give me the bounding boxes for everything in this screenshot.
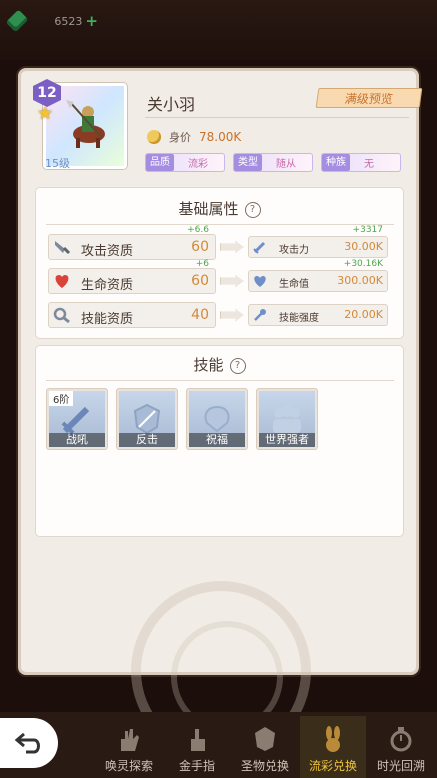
attribute-stat: 攻击力 +3317 30.00K	[248, 225, 388, 258]
tag-key: 种族	[322, 154, 350, 171]
skill-slot[interactable]: 6阶 战吼	[46, 388, 108, 450]
stat-value: 30.00K	[344, 240, 383, 253]
stat-label: 技能强度	[279, 313, 319, 324]
tag-value: 随从	[276, 159, 296, 170]
attribute-quality: 攻击资质 +6.6 60	[48, 225, 216, 260]
tag-value: 无	[364, 159, 374, 170]
hero-price: 身价 78.00K	[147, 129, 241, 145]
nav-relic-exchange[interactable]: 圣物兑换	[232, 716, 298, 778]
arrow-icon	[220, 275, 244, 287]
hero-level-text: 15级	[45, 157, 70, 170]
section-title: 基础属性?	[36, 198, 403, 219]
sword-quality-icon	[55, 241, 71, 255]
skill-name: 世界强者	[259, 433, 315, 447]
divider	[46, 380, 394, 381]
tag-quality: 品质 流彩	[145, 153, 225, 172]
arrow-icon	[220, 241, 244, 253]
gem-icon	[5, 9, 29, 33]
nav-golden-finger[interactable]: 金手指	[164, 716, 230, 778]
stat-delta: +3317	[352, 225, 383, 235]
skills-section: 技能? 6阶 战吼 反击 祝福 世界强者	[35, 345, 404, 537]
attribute-row-attack: 攻击资质 +6.6 60 攻击力 +3317 30.00K	[48, 225, 394, 260]
heart-icon	[254, 276, 266, 287]
attribute-stat: 技能强度 20.00K	[248, 304, 388, 326]
nav-rainbow-exchange[interactable]: 流彩兑换	[300, 716, 366, 778]
stat-value: 20.00K	[344, 308, 383, 321]
finger-icon	[191, 729, 205, 751]
nav-label: 流彩兑换	[308, 759, 357, 773]
attribute-quality: 生命资质 +6 60	[48, 259, 216, 294]
skill-slot[interactable]: 祝福	[186, 388, 248, 450]
rabbit-icon	[326, 726, 340, 752]
help-icon[interactable]: ?	[229, 358, 246, 374]
skill-slot[interactable]: 反击	[116, 388, 178, 450]
magic-icon	[254, 309, 266, 321]
nav-label: 唤灵探索	[104, 759, 153, 773]
base-attributes-section: 基础属性? 攻击资质 +6.6 60 攻击力 +3317 30.00K 生命资质	[35, 187, 404, 339]
arrow-icon	[220, 309, 244, 321]
gem-counter: 6523 +	[5, 9, 98, 33]
relic-icon	[255, 727, 275, 751]
tag-key: 类型	[234, 154, 262, 171]
tag-value: 流彩	[188, 159, 208, 170]
help-icon[interactable]: ?	[244, 202, 261, 218]
skill-name: 战吼	[49, 433, 105, 447]
attribute-value: 60	[191, 273, 209, 289]
attribute-label: 生命资质	[81, 278, 134, 293]
attribute-quality: 技能资质 40	[48, 302, 216, 328]
max-level-preview-button[interactable]: 满级预览	[315, 88, 423, 108]
price-coin-icon	[147, 130, 161, 144]
add-gem-button[interactable]: +	[85, 12, 98, 30]
stat-delta: +30.16K	[343, 259, 383, 269]
nav-label: 时光回溯	[376, 759, 425, 773]
skill-slot[interactable]: 世界强者	[256, 388, 318, 450]
attribute-row-skill: 技能资质 40 技能强度 20.00K	[48, 302, 394, 328]
price-value: 78.00K	[199, 130, 242, 144]
base-attributes-title: 基础属性	[178, 200, 239, 218]
heart-quality-icon	[55, 275, 69, 288]
stat-value: 300.00K	[337, 274, 383, 287]
divider	[46, 224, 394, 225]
attribute-stat: 生命值 +30.16K 300.00K	[248, 259, 388, 292]
tag-type: 类型 随从	[233, 153, 313, 172]
back-arrow-icon	[14, 732, 40, 754]
skills-title: 技能	[193, 356, 224, 374]
skill-rank-badge: 6阶	[49, 391, 74, 406]
stat-label: 生命值	[279, 279, 309, 290]
skill-name: 反击	[119, 433, 175, 447]
attribute-label: 技能资质	[81, 312, 134, 327]
hand-icon	[121, 729, 139, 751]
nav-summon-explore[interactable]: 唤灵探索	[96, 716, 162, 778]
section-title: 技能?	[36, 354, 403, 375]
hero-figure-icon	[66, 100, 105, 148]
attribute-label: 攻击资质	[81, 244, 134, 259]
hero-name: 关小羽	[147, 95, 196, 114]
attribute-delta: +6.6	[187, 225, 209, 235]
attribute-value: 40	[191, 307, 209, 323]
nav-label: 金手指	[178, 759, 215, 773]
attribute-delta: +6	[195, 259, 209, 269]
attribute-value: 60	[191, 239, 209, 255]
max-level-preview-label: 满级预览	[343, 91, 394, 106]
skill-name: 祝福	[189, 433, 245, 447]
tag-key: 品质	[146, 154, 174, 171]
attribute-row-health: 生命资质 +6 60 生命值 +30.16K 300.00K	[48, 259, 394, 294]
tag-race: 种族 无	[321, 153, 401, 172]
stopwatch-icon	[390, 727, 412, 752]
stat-label: 攻击力	[279, 245, 309, 256]
nav-time-rewind[interactable]: 时光回溯	[368, 716, 434, 778]
back-button[interactable]	[0, 718, 58, 768]
gem-amount: 6523	[54, 14, 83, 28]
nav-label: 圣物兑换	[240, 759, 289, 773]
star-icon: ★	[37, 103, 54, 124]
divider	[145, 117, 409, 118]
sword-icon	[253, 241, 266, 254]
hero-detail-panel: 12 ★ 15级 关小羽 满级预览 身价 78.00K 品质 流彩 类型 随从 …	[18, 68, 423, 761]
skill-quality-icon	[53, 307, 70, 324]
price-label: 身价	[169, 131, 191, 144]
